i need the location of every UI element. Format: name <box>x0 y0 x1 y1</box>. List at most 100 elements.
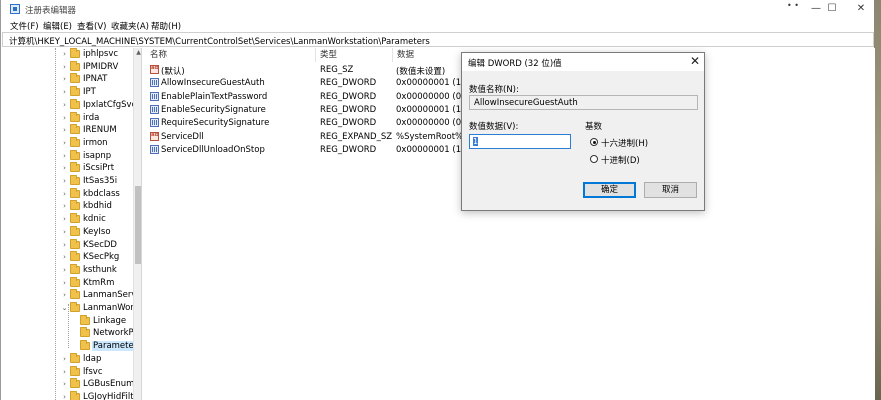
ok-button[interactable]: 确定 <box>583 182 636 198</box>
tree-item-networkprovider[interactable]: NetworkPr <box>2 327 137 340</box>
tree-scrollbar-thumb[interactable] <box>135 186 141 264</box>
tree-item-kbdclass[interactable]: › kbdclass <box>2 187 132 201</box>
folder-icon <box>70 225 80 236</box>
folder-icon <box>80 314 90 325</box>
tree-item-label: Linkage <box>93 315 127 326</box>
expand-chevron-icon[interactable]: › <box>61 368 68 376</box>
close-window-button[interactable]: ✕ <box>846 2 876 16</box>
tree-item-itsas35i[interactable]: › ItSas35i <box>2 175 132 188</box>
tree-item-ksecpkg[interactable]: › KSecPkg <box>2 251 132 264</box>
expand-chevron-icon[interactable]: › <box>61 152 68 160</box>
radio-hexadecimal-label[interactable]: 十六进制(H) <box>601 137 648 149</box>
address-bar[interactable]: 计算机\HKEY_LOCAL_MACHINE\SYSTEM\CurrentCon… <box>2 32 874 47</box>
expand-chevron-icon[interactable]: › <box>61 63 68 71</box>
tree-item-label: IPNAT <box>83 74 108 85</box>
tree-item-lgjoyhidfilter[interactable]: › LGJoyHidFilte <box>2 390 139 400</box>
tree-item-irenum[interactable]: › IRENUM <box>2 124 132 137</box>
tree-item-irmon[interactable]: › irmon <box>2 136 132 150</box>
folder-icon <box>70 251 80 262</box>
value-name: RequireSecuritySignature <box>161 118 270 129</box>
tree-item-kdnic[interactable]: › kdnic <box>2 213 132 226</box>
expand-chevron-icon[interactable]: › <box>61 139 68 147</box>
expand-chevron-icon[interactable]: › <box>61 266 68 274</box>
value-type: REG_DWORD <box>320 91 377 102</box>
tree-item-ksecdd[interactable]: › KSecDD <box>2 238 132 252</box>
value-data: 0x00000000 (0) <box>396 91 465 102</box>
value-row-enablesecuritysignature[interactable]: EnableSecuritySignature REG_DWORD 0x0000… <box>146 103 466 116</box>
column-header-name[interactable]: 名称 <box>146 48 316 62</box>
expand-chevron-icon[interactable]: › <box>61 190 68 198</box>
expand-chevron-icon[interactable]: › <box>61 291 68 299</box>
collapse-chevron-icon[interactable]: ⌄ <box>61 304 68 312</box>
radio-hexadecimal[interactable] <box>590 138 598 146</box>
tree-item-label: IRENUM <box>83 125 117 136</box>
tree-item-ipnat[interactable]: › IPNAT <box>2 73 132 86</box>
expand-chevron-icon[interactable]: › <box>61 380 68 388</box>
tree-item-linkage[interactable]: Linkage <box>2 314 132 328</box>
tree-item-irda[interactable]: › irda <box>2 111 132 125</box>
expand-chevron-icon[interactable]: › <box>61 355 68 363</box>
value-data-field[interactable]: 1 <box>469 134 571 149</box>
folder-icon <box>70 175 80 185</box>
menu-edit[interactable]: 编辑(E) <box>43 20 72 32</box>
expand-chevron-icon[interactable]: › <box>61 253 68 261</box>
dialog-close-button[interactable]: ✕ <box>688 54 702 68</box>
tree-item-ipxlatcfgsvc[interactable]: › IpxlatCfgSvc <box>2 98 136 112</box>
tree-item-iscsiprt[interactable]: › iScsiPrt <box>2 162 132 175</box>
menu-file[interactable]: 文件(F) <box>10 20 39 32</box>
tree-item-keyiso[interactable]: › KeyIso <box>2 225 132 239</box>
radio-decimal-label[interactable]: 十进制(D) <box>601 154 640 166</box>
expand-chevron-icon[interactable]: › <box>61 114 68 122</box>
tree-item-ipt[interactable]: › IPT <box>2 86 132 99</box>
value-row-requiresecuritysignature[interactable]: RequireSecuritySignature REG_DWORD 0x000… <box>146 116 466 129</box>
tree-item-isapnp[interactable]: › isapnp <box>2 149 132 163</box>
value-row-servicedll[interactable]: ServiceDll REG_EXPAND_SZ %SystemRoot%\S <box>146 130 471 143</box>
expand-chevron-icon[interactable]: › <box>61 88 68 96</box>
value-type: REG_EXPAND_SZ <box>320 131 393 142</box>
expand-chevron-icon[interactable]: › <box>61 393 68 400</box>
value-name: ServiceDllUnloadOnStop <box>161 144 265 155</box>
tree-item-label: NetworkPr <box>93 328 137 339</box>
tree-scrollbar[interactable]: ▲ <box>133 48 141 400</box>
menu-help[interactable]: 帮助(H) <box>151 20 181 32</box>
expand-chevron-icon[interactable]: › <box>61 241 68 249</box>
tree-item-label: iScsiPrt <box>83 163 115 174</box>
tree-item-ksthunk[interactable]: › ksthunk <box>2 263 132 277</box>
tree-item-lanmanworkstation[interactable]: ⌄ LanmanWork <box>2 302 139 315</box>
expand-chevron-icon[interactable]: › <box>61 75 68 83</box>
scroll-up-arrow-icon[interactable]: ▲ <box>134 48 141 58</box>
tree-item-lfsvc[interactable]: › lfsvc <box>2 365 132 379</box>
tree-item-ktmrm[interactable]: › KtmRm <box>2 276 132 290</box>
title-bar: 注册表编辑器 • • — ☐ ✕ <box>1 0 874 18</box>
expand-chevron-icon[interactable]: › <box>61 202 68 210</box>
expand-chevron-icon[interactable]: › <box>61 177 68 185</box>
tree-item-lgbusenum[interactable]: › LGBusEnum <box>2 378 134 391</box>
tree-item-kbdhid[interactable]: › kbdhid <box>2 200 132 213</box>
value-row-servicedllunloadonstop[interactable]: ServiceDllUnloadOnStop REG_DWORD 0x00000… <box>146 143 466 156</box>
menu-view[interactable]: 查看(V) <box>77 20 106 32</box>
radio-decimal[interactable] <box>590 155 598 163</box>
maximize-button[interactable]: ☐ <box>817 2 847 16</box>
expand-chevron-icon[interactable]: › <box>61 126 68 134</box>
expand-chevron-icon[interactable]: › <box>61 228 68 236</box>
expand-chevron-icon[interactable]: › <box>61 279 68 287</box>
tree-item-parameters[interactable]: Parameter <box>2 340 139 353</box>
tree-item-label: KSecPkg <box>83 252 120 263</box>
tree-item-lanmanserver[interactable]: › LanmanServe <box>2 289 141 302</box>
expand-chevron-icon[interactable]: › <box>61 50 68 58</box>
tree-item-label: irda <box>83 112 100 123</box>
expand-chevron-icon[interactable]: › <box>61 164 68 172</box>
tree-item-ldap[interactable]: › ldap <box>2 352 132 366</box>
cancel-button[interactable]: 取消 <box>644 182 697 198</box>
tree-item-ipmidrv[interactable]: › IPMIDRV <box>2 60 132 74</box>
value-row-default[interactable]: (默认) REG_SZ (数值未设置) <box>146 63 466 77</box>
menu-favorites[interactable]: 收藏夹(A) <box>111 20 149 32</box>
tree-item-iphlpsvc[interactable]: › iphlpsvc <box>2 48 132 61</box>
tree-item-label: kbdclass <box>83 188 120 199</box>
value-row-allowinsecureguestauth[interactable]: AllowInsecureGuestAuth REG_DWORD 0x00000… <box>146 76 466 89</box>
value-row-enableplaintextpassword[interactable]: EnablePlainTextPassword REG_DWORD 0x0000… <box>146 90 466 103</box>
expand-chevron-icon[interactable]: › <box>61 101 68 109</box>
expand-chevron-icon[interactable]: › <box>61 215 68 223</box>
folder-icon <box>70 98 80 109</box>
column-header-type[interactable]: 类型 <box>316 48 393 62</box>
